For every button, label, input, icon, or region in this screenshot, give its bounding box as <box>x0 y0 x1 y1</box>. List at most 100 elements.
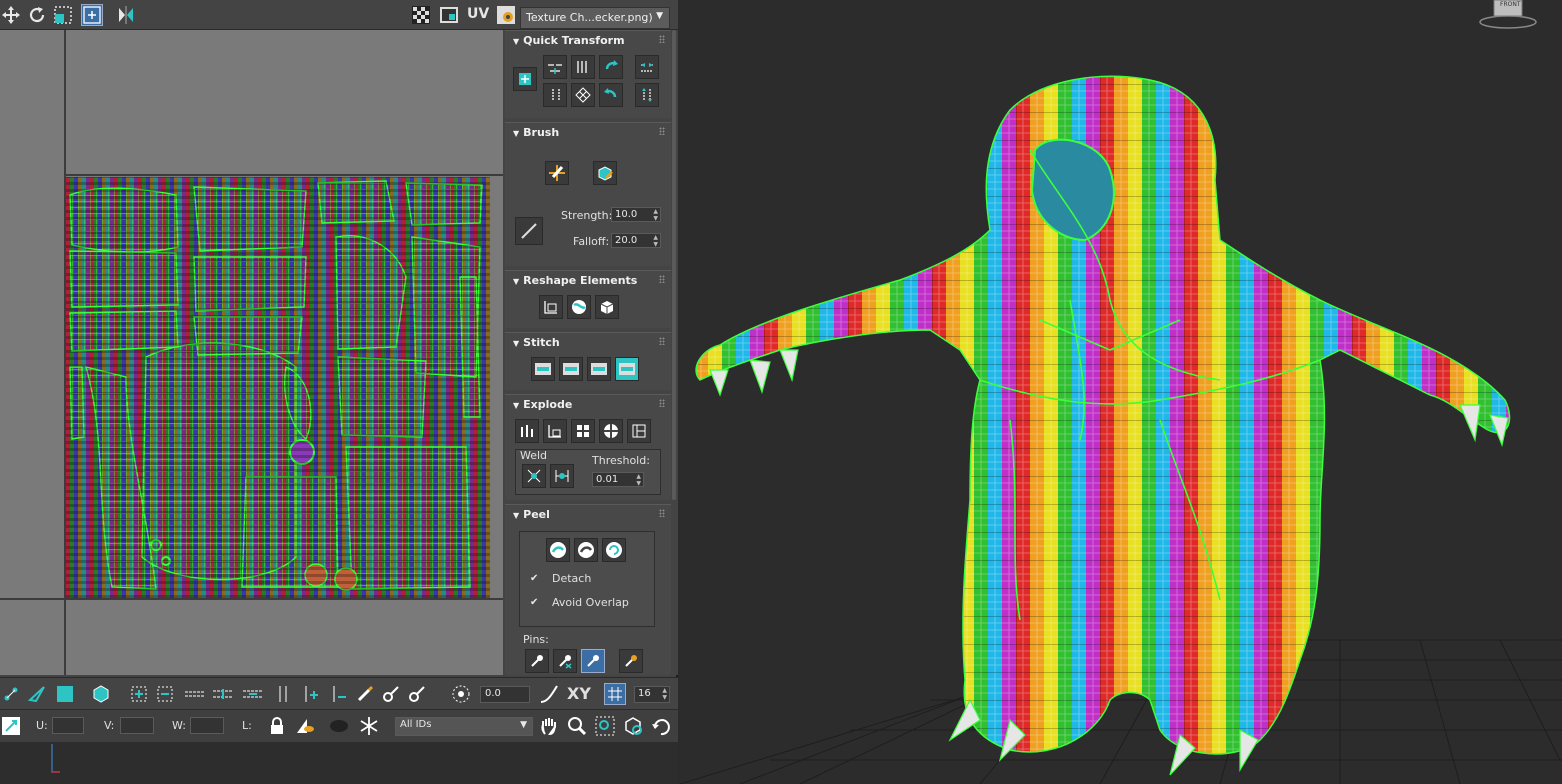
w-value-field[interactable] <box>190 717 224 734</box>
paint-grow-icon[interactable] <box>380 683 402 705</box>
strength-spinner[interactable]: 10.0 ▲ ▼ <box>611 207 661 222</box>
uv-settings-icon[interactable] <box>495 4 517 26</box>
align-horizontal-icon[interactable] <box>543 55 567 79</box>
peel-mode-icon[interactable] <box>574 538 598 562</box>
rotate-icon[interactable] <box>26 4 48 26</box>
soft-selection-icon[interactable] <box>450 683 472 705</box>
freeform-icon[interactable] <box>81 4 103 26</box>
flip-vertical-icon[interactable] <box>635 83 659 107</box>
rollout-title[interactable]: ▼ Peel <box>513 508 550 521</box>
uv-tools-panel[interactable]: ▼ Quick Transform ▼ Brush Strength: 10.0… <box>503 30 678 675</box>
checker-pattern-icon[interactable] <box>410 4 432 26</box>
weld-selected-icon[interactable] <box>522 464 546 488</box>
relax-icon[interactable] <box>567 295 591 319</box>
rollout-title[interactable]: ▼ Brush <box>513 126 559 139</box>
rotate-ccw-icon[interactable] <box>599 55 623 79</box>
explode-smoothing-icon[interactable] <box>515 419 539 443</box>
loop-grow-icon[interactable] <box>212 683 234 705</box>
filter-selected-icon[interactable] <box>328 715 350 737</box>
loop-select-icon[interactable] <box>184 683 206 705</box>
rollout-title[interactable]: ▼ Quick Transform <box>513 34 625 47</box>
xy-axis-toggle[interactable]: XY <box>567 684 591 703</box>
texture-dropdown[interactable]: Texture Ch...ecker.png) ▼ <box>520 7 670 29</box>
falloff-spinner[interactable]: 20.0 ▲ ▼ <box>611 233 661 248</box>
v-value-field[interactable] <box>120 717 154 734</box>
mirror-icon[interactable] <box>115 4 137 26</box>
absolute-offset-icon[interactable] <box>0 715 22 737</box>
vertex-mode-icon[interactable] <box>0 683 22 705</box>
grip-icon[interactable] <box>659 275 665 283</box>
paint-shrink-icon[interactable] <box>406 683 428 705</box>
cube-relax-icon[interactable] <box>595 295 619 319</box>
rollout-title[interactable]: ▼ Explode <box>513 398 572 411</box>
explode-material-icon[interactable] <box>543 419 567 443</box>
pan-hand-icon[interactable] <box>538 715 560 737</box>
weld-all-icon[interactable] <box>550 464 574 488</box>
freeze-icon[interactable] <box>358 715 380 737</box>
edge-mode-icon[interactable] <box>26 683 48 705</box>
stitch-average-icon[interactable] <box>587 357 611 381</box>
align-vertical-icon[interactable] <box>543 83 567 107</box>
brush-relax-icon[interactable] <box>593 161 617 185</box>
detach-checkbox[interactable]: ✔ <box>530 574 541 585</box>
threshold-spinner[interactable]: 0.01 ▲ ▼ <box>592 472 644 487</box>
grid-subdivisions-spinner[interactable]: 16 ▲ ▼ <box>634 686 670 703</box>
align-center-icon[interactable] <box>513 67 537 91</box>
pin-tool-icon[interactable] <box>581 649 605 673</box>
grip-icon[interactable] <box>659 337 665 345</box>
pin-select-icon[interactable] <box>619 649 643 673</box>
rotate-cw-icon[interactable] <box>599 83 623 107</box>
scale-icon[interactable] <box>52 4 74 26</box>
loop-shrink-icon[interactable] <box>242 683 264 705</box>
falloff-curve-icon[interactable] <box>538 683 560 705</box>
ring-shrink-icon[interactable] <box>328 683 350 705</box>
shrink-selection-icon[interactable] <box>154 683 176 705</box>
uv-canvas[interactable] <box>0 30 503 675</box>
quick-peel-icon[interactable] <box>546 538 570 562</box>
explode-flatten-icon[interactable] <box>627 419 651 443</box>
undo-view-icon[interactable] <box>650 715 672 737</box>
grip-icon[interactable] <box>659 35 665 43</box>
character-model[interactable] <box>695 75 1511 776</box>
explode-checker-icon[interactable] <box>599 419 623 443</box>
face-mode-icon[interactable] <box>54 683 76 705</box>
stitch-custom-icon[interactable] <box>531 357 555 381</box>
show-map-icon[interactable] <box>438 4 460 26</box>
paint-select-icon[interactable] <box>354 683 376 705</box>
brush-falloff-icon[interactable] <box>515 217 543 245</box>
zoom-extents-icon[interactable] <box>622 715 644 737</box>
uv-texture-area[interactable] <box>66 177 490 598</box>
avoid-overlap-checkbox[interactable]: ✔ <box>530 598 541 609</box>
straighten-icon[interactable] <box>539 295 563 319</box>
ring-select-icon[interactable] <box>272 683 294 705</box>
grow-selection-icon[interactable] <box>128 683 150 705</box>
panel-scrollbar[interactable] <box>672 30 676 500</box>
brush-move-icon[interactable] <box>545 161 569 185</box>
zoom-icon[interactable] <box>566 715 588 737</box>
grip-icon[interactable] <box>659 399 665 407</box>
pin-remove-icon[interactable] <box>553 649 577 673</box>
lock-icon[interactable] <box>266 715 288 737</box>
material-ids-dropdown[interactable]: All IDs ▼ <box>395 717 533 736</box>
show-hidden-icon[interactable] <box>294 715 316 737</box>
grip-icon[interactable] <box>659 509 665 517</box>
pin-add-icon[interactable] <box>525 649 549 673</box>
perspective-viewport[interactable]: FRONT <box>680 0 1562 784</box>
explode-grid-icon[interactable] <box>571 419 595 443</box>
rollout-title[interactable]: ▼ Reshape Elements <box>513 274 637 287</box>
stitch-source-icon[interactable] <box>615 357 639 381</box>
grid-snap-icon[interactable] <box>604 683 626 705</box>
element-mode-icon[interactable] <box>90 683 112 705</box>
space-vertical-icon[interactable] <box>571 55 595 79</box>
u-value-field[interactable] <box>52 717 84 734</box>
grip-icon[interactable] <box>659 127 665 135</box>
space-grid-icon[interactable] <box>571 83 595 107</box>
ring-grow-icon[interactable] <box>300 683 322 705</box>
flip-horizontal-icon[interactable] <box>635 55 659 79</box>
soft-selection-value[interactable]: 0.0 <box>480 686 530 703</box>
rollout-title[interactable]: ▼ Stitch <box>513 336 560 349</box>
stitch-target-icon[interactable] <box>559 357 583 381</box>
move-icon[interactable] <box>0 4 22 26</box>
zoom-region-icon[interactable] <box>594 715 616 737</box>
peel-reset-icon[interactable] <box>602 538 626 562</box>
